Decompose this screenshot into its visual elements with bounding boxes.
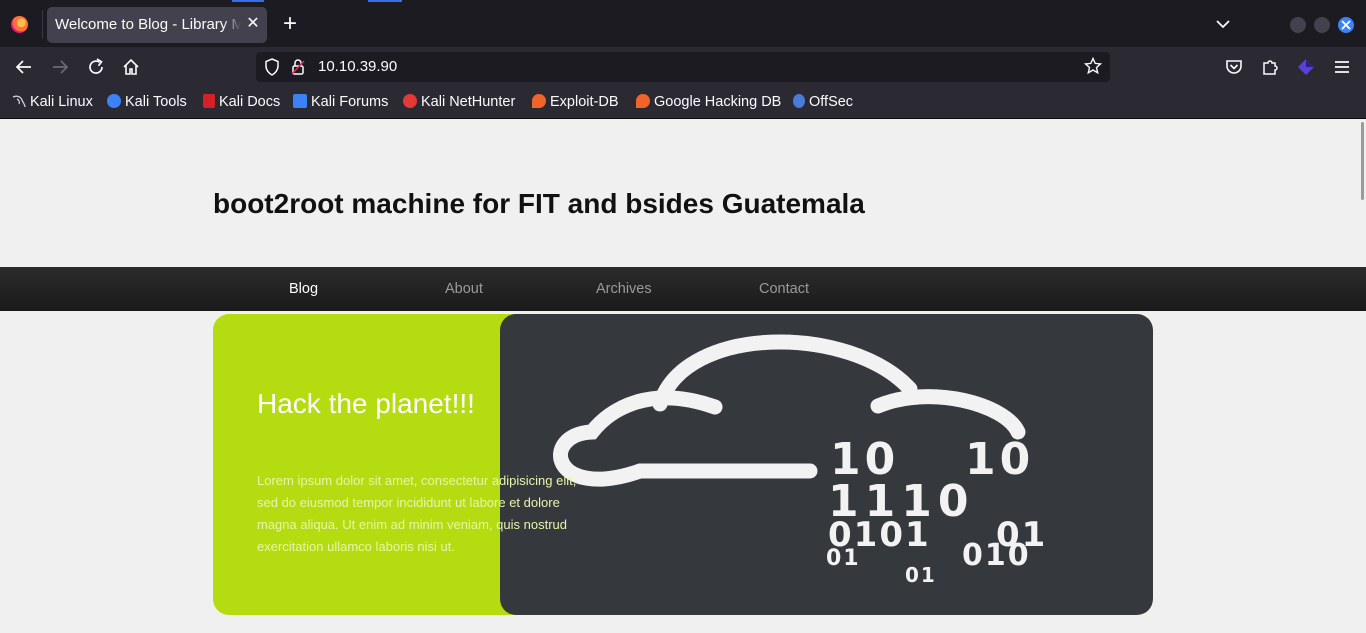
hero-heading: Hack the planet!!! — [257, 388, 475, 419]
back-arrow-icon[interactable] — [14, 57, 34, 77]
minimize-window-button[interactable] — [1290, 17, 1306, 33]
bookmark-kali-forums[interactable]: Kali Forums — [293, 94, 388, 112]
hero-paragraph: Lorem ipsum dolor sit amet, consectetur … — [257, 473, 577, 554]
home-icon[interactable] — [121, 57, 141, 77]
bookmark-label: Kali Docs — [219, 94, 281, 110]
kali-dragon-icon — [12, 94, 26, 108]
kali-tools-icon — [107, 94, 121, 108]
tab-strip-indicator — [232, 0, 264, 2]
insecure-lock-icon[interactable] — [291, 58, 305, 81]
binary-cloud-image: 10 10 1110 0101 01 01 010 01 — [500, 314, 1153, 615]
nav-link-blog[interactable]: Blog — [289, 281, 318, 297]
kali-forums-icon — [293, 94, 307, 108]
forward-arrow-icon[interactable] — [50, 57, 70, 77]
site-title: boot2root machine for FIT and bsides Gua… — [213, 188, 865, 219]
bookmark-label: Kali Linux — [30, 94, 93, 110]
nav-link-archives[interactable]: Archives — [596, 281, 652, 297]
bookmark-label: Kali NetHunter — [421, 94, 516, 110]
new-tab-button[interactable]: + — [279, 12, 301, 36]
bookmark-label: Kali Tools — [125, 94, 187, 110]
binary-digits: 01 — [905, 563, 937, 587]
extensions-puzzle-icon[interactable] — [1260, 57, 1280, 77]
browser-tab-bar: Welcome to Blog - Library Machine ✕ + — [0, 0, 1366, 47]
reload-icon[interactable] — [86, 57, 106, 77]
bookmark-kali-tools[interactable]: Kali Tools — [107, 94, 187, 112]
close-window-button[interactable] — [1338, 17, 1354, 33]
site-navigation: Blog About Archives Contact — [0, 267, 1366, 311]
offsec-icon — [793, 94, 805, 108]
browser-nav-bar: 10.10.39.90 — [0, 47, 1366, 87]
nav-link-about[interactable]: About — [445, 281, 483, 297]
bookmark-star-icon[interactable] — [1083, 56, 1103, 80]
nav-link-contact[interactable]: Contact — [759, 281, 809, 297]
bookmarks-toolbar: Kali Linux Kali Tools Kali Docs Kali For… — [0, 87, 1366, 119]
bookmark-kali-docs[interactable]: Kali Docs — [203, 94, 280, 112]
url-text[interactable]: 10.10.39.90 — [318, 58, 397, 75]
close-tab-icon[interactable]: ✕ — [243, 14, 263, 34]
list-all-tabs-icon[interactable] — [1212, 14, 1234, 34]
hamburger-menu-icon[interactable] — [1332, 57, 1352, 77]
bookmark-google-hacking-db[interactable]: Google Hacking DB — [636, 94, 781, 112]
ghdb-icon — [636, 94, 650, 108]
hero-banner: 10 10 1110 0101 01 01 010 01 Hack the pl… — [213, 314, 1153, 615]
nethunter-icon — [403, 94, 417, 108]
binary-digits: 01 — [826, 546, 861, 571]
bookmark-label: Google Hacking DB — [654, 94, 782, 110]
page-scrollbar[interactable] — [1360, 120, 1366, 633]
kali-docs-icon — [203, 94, 215, 108]
tracking-protection-shield-icon[interactable] — [264, 58, 280, 81]
pocket-icon[interactable] — [1224, 57, 1244, 77]
extension-cube-icon[interactable] — [1296, 57, 1316, 77]
binary-cloud-icon: 10 10 1110 0101 01 01 010 01 — [553, 334, 1045, 587]
exploit-db-icon — [532, 94, 546, 108]
binary-digits: 10 — [965, 434, 1034, 485]
bookmark-offsec[interactable]: OffSec — [793, 94, 853, 112]
address-bar[interactable]: 10.10.39.90 — [256, 52, 1110, 82]
active-tab[interactable]: Welcome to Blog - Library Machine ✕ — [47, 7, 267, 43]
tab-strip-indicator — [368, 0, 402, 2]
bookmark-exploit-db[interactable]: Exploit-DB — [532, 94, 619, 112]
web-page: boot2root machine for FIT and bsides Gua… — [0, 120, 1366, 633]
bookmark-label: OffSec — [809, 94, 854, 110]
binary-digits: 010 — [962, 538, 1031, 573]
tab-separator — [42, 10, 43, 38]
bookmark-kali-nethunter[interactable]: Kali NetHunter — [403, 94, 515, 112]
scrollbar-thumb[interactable] — [1361, 122, 1364, 200]
firefox-menu-icon[interactable] — [11, 16, 28, 33]
bookmark-label: Exploit-DB — [550, 94, 619, 110]
bookmark-kali-linux[interactable]: Kali Linux — [12, 94, 93, 112]
bookmark-label: Kali Forums — [311, 94, 389, 110]
tab-title: Welcome to Blog - Library Machine — [55, 16, 241, 33]
maximize-window-button[interactable] — [1314, 17, 1330, 33]
